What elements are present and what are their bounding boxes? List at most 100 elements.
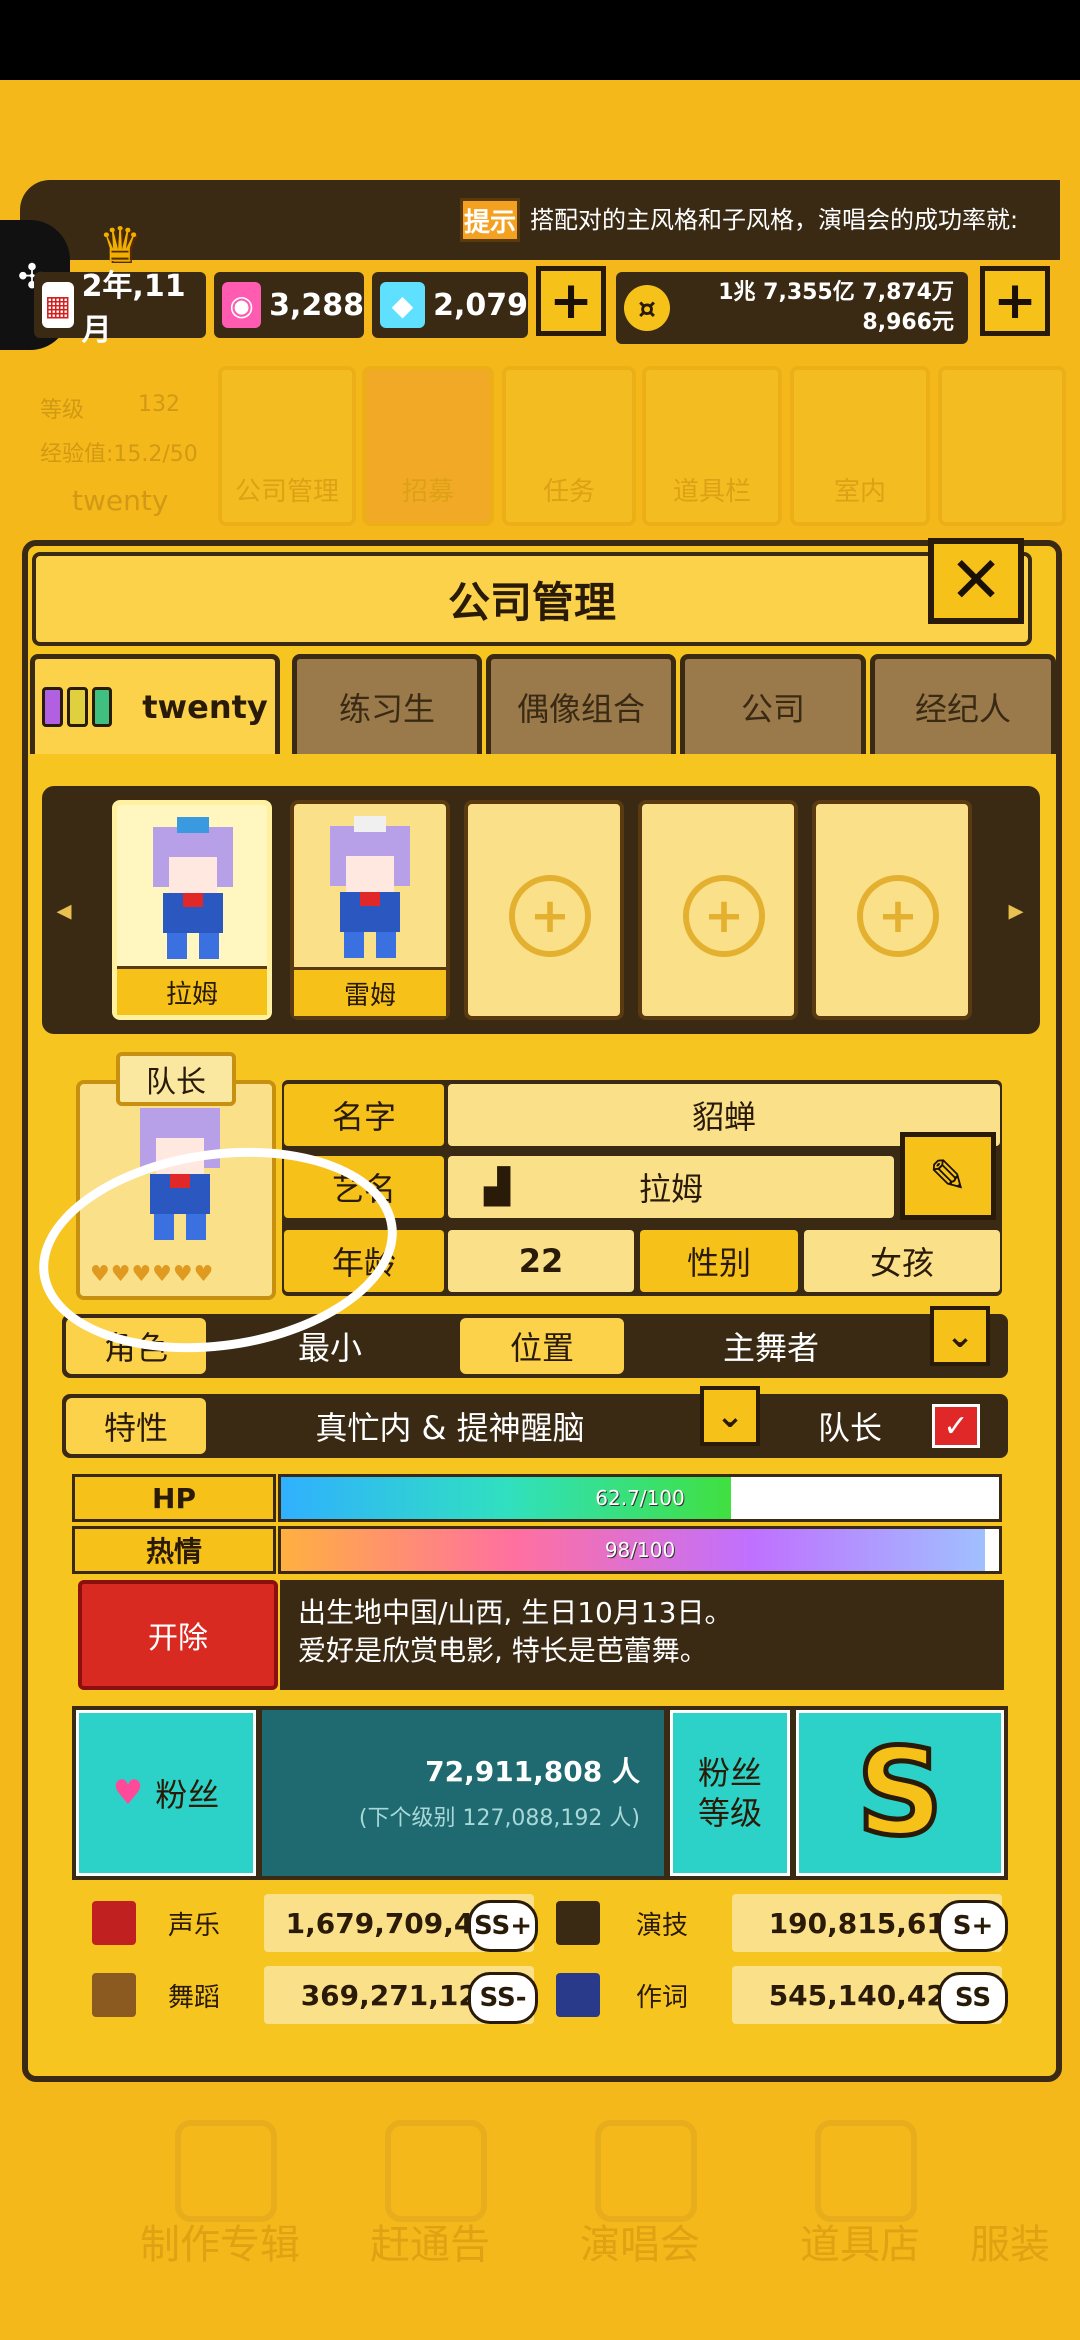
member-name: 拉姆 xyxy=(117,966,267,1015)
nav-label: 制作专辑 xyxy=(140,2222,300,2268)
chevron-down-icon: ⌄ xyxy=(715,1396,745,1436)
date-value: 2年,11月 xyxy=(81,269,186,348)
menu-mail[interactable] xyxy=(938,366,1066,526)
skill-row-2: 舞蹈 369,271,126 SS- 作词 545,140,420 SS xyxy=(72,1962,1008,2028)
skill-label: 作词 xyxy=(636,1982,689,2013)
menu-interior[interactable]: 室内 xyxy=(790,366,930,526)
trait-dropdown[interactable]: ⌄ xyxy=(700,1386,760,1446)
gender-label: 性别 xyxy=(640,1230,798,1292)
camera-icon xyxy=(556,1901,600,1945)
money-counter: ¤ 1兆 7,355亿 7,874万 8,966元 xyxy=(616,272,968,344)
tab-company[interactable]: 公司 xyxy=(680,654,866,754)
gender-value: 女孩 xyxy=(804,1230,1000,1292)
fans-count-cell: 72,911,808 人 (下个级别 127,088,192 人) xyxy=(262,1710,664,1876)
trait-label: 特性 xyxy=(66,1398,206,1454)
tab-group-label: twenty xyxy=(142,687,268,726)
add-member-icon: + xyxy=(683,875,765,957)
position-value: 主舞者 xyxy=(722,1329,819,1367)
close-button[interactable]: ✕ xyxy=(928,538,1024,624)
tab-managers[interactable]: 经纪人 xyxy=(870,654,1056,754)
hp-text: 62.7/100 xyxy=(595,1486,685,1510)
nav-schedule[interactable]: 赶通告 xyxy=(330,2100,530,2300)
exp-text: 经验值:15.2/50 xyxy=(40,442,198,467)
tab-idol-groups[interactable]: 偶像组合 xyxy=(486,654,676,754)
empty-slot-3[interactable]: + xyxy=(464,800,624,1020)
position-label: 位置 xyxy=(460,1318,624,1374)
idol-sprite-icon xyxy=(330,816,410,958)
hp-bar: 62.7/100 xyxy=(278,1474,1002,1522)
fan-grade: S xyxy=(796,1710,1004,1876)
member-slot-2[interactable]: 雷姆 xyxy=(290,800,450,1020)
skill-grade: SS- xyxy=(468,1972,538,2024)
position-dropdown[interactable]: ⌄ xyxy=(930,1306,990,1366)
leader-checkbox[interactable]: ✓ xyxy=(932,1404,980,1448)
menu-company-management[interactable]: 公司管理 xyxy=(218,366,356,526)
menu-inventory[interactable]: 道具栏 xyxy=(642,366,782,526)
passion-bar: 98/100 xyxy=(278,1526,1002,1574)
stage-name-text: 拉姆 xyxy=(638,1170,703,1208)
menu-recruit[interactable]: 招募 xyxy=(362,366,494,526)
member-bio: 出生地中国/山西, 生日10月13日。 爱好是欣赏电影, 特长是芭蕾舞。 xyxy=(280,1580,1004,1690)
edit-name-button[interactable]: ✎ xyxy=(900,1132,996,1220)
calendar-icon: ▦ xyxy=(42,282,74,328)
skill-grade: S+ xyxy=(938,1900,1008,1952)
tab-trainees[interactable]: 练习生 xyxy=(292,654,482,754)
scroll-left-icon[interactable]: ◂ xyxy=(52,880,76,940)
skill-label: 声乐 xyxy=(168,1910,221,1941)
name-label: 名字 xyxy=(284,1084,444,1146)
tip-text: 搭配对的主风格和子风格，演唱会的成功率就: xyxy=(530,206,1019,234)
diamond-counter: ◆ 2,079 xyxy=(372,272,528,338)
pen-icon xyxy=(556,1973,600,2017)
nav-label: 赶通告 xyxy=(370,2222,490,2268)
empty-slot-5[interactable]: + xyxy=(812,800,972,1020)
boot-icon xyxy=(92,1973,136,2017)
fans-label-cell: ♥ 粉丝 xyxy=(76,1710,256,1876)
group-icon xyxy=(42,686,113,727)
idol-sprite-icon xyxy=(153,817,233,959)
microphone-icon xyxy=(92,1901,136,1945)
empty-slot-4[interactable]: + xyxy=(638,800,798,1020)
calendar-icon xyxy=(385,2120,487,2222)
level-value: 132 xyxy=(138,392,180,417)
nav-costume[interactable]: 服装 xyxy=(970,2100,1080,2300)
passion-label: 热情 xyxy=(72,1526,276,1574)
nav-item-shop[interactable]: 道具店 xyxy=(760,2100,960,2300)
gem-value: 3,288 xyxy=(269,287,364,323)
nav-label: 演唱会 xyxy=(580,2222,700,2268)
fans-label: 粉丝 xyxy=(155,1776,220,1814)
skill-label: 舞蹈 xyxy=(168,1982,221,2013)
skill-grade: SS+ xyxy=(468,1900,538,1952)
tab-trainees-label: 练习生 xyxy=(338,689,435,728)
close-icon: ✕ xyxy=(949,544,1003,618)
edit-icon: ✎ xyxy=(928,1149,968,1203)
passion-text: 98/100 xyxy=(604,1538,676,1562)
date-display: ▦ 2年,11月 xyxy=(34,269,206,348)
leader-label: 队长 xyxy=(817,1409,882,1447)
money-line2: 8,966元 xyxy=(862,310,954,335)
diamond-value: 2,079 xyxy=(433,287,528,323)
member-slot-1[interactable]: 拉姆 xyxy=(112,800,272,1020)
member-name: 雷姆 xyxy=(294,967,446,1016)
gear-icon xyxy=(815,2120,917,2222)
age-value: 22 xyxy=(448,1230,634,1292)
nav-concert[interactable]: 演唱会 xyxy=(540,2100,740,2300)
add-diamond-button[interactable]: + xyxy=(536,266,606,336)
nav-make-album[interactable]: 制作专辑 xyxy=(120,2100,320,2300)
tab-managers-label: 经纪人 xyxy=(914,689,1011,728)
tip-badge: 提示 xyxy=(460,198,520,242)
skill-grade: SS xyxy=(938,1972,1008,2024)
tab-company-label: 公司 xyxy=(740,689,805,728)
heart-icon: ♥ xyxy=(112,1773,144,1813)
level-label: 等级 xyxy=(40,398,85,423)
level-box: 等级 132 经验值:15.2/50 twenty xyxy=(24,370,214,530)
tab-idol-groups-label: 偶像组合 xyxy=(516,689,645,728)
scroll-right-icon[interactable]: ▸ xyxy=(1004,880,1028,940)
fire-button[interactable]: 开除 xyxy=(78,1580,278,1690)
menu-tasks[interactable]: 任务 xyxy=(502,366,636,526)
fans-count: 72,911,808 人 xyxy=(425,1755,640,1788)
tab-group[interactable]: twenty xyxy=(30,654,280,754)
skill-row-1: 声乐 1,679,709,401 SS+ 演技 190,815,615 S+ xyxy=(72,1890,1008,1956)
nav-label: 服装 xyxy=(970,2222,1050,2268)
add-money-button[interactable]: + xyxy=(980,266,1050,336)
fan-level-label: 粉丝 等级 xyxy=(670,1710,790,1876)
